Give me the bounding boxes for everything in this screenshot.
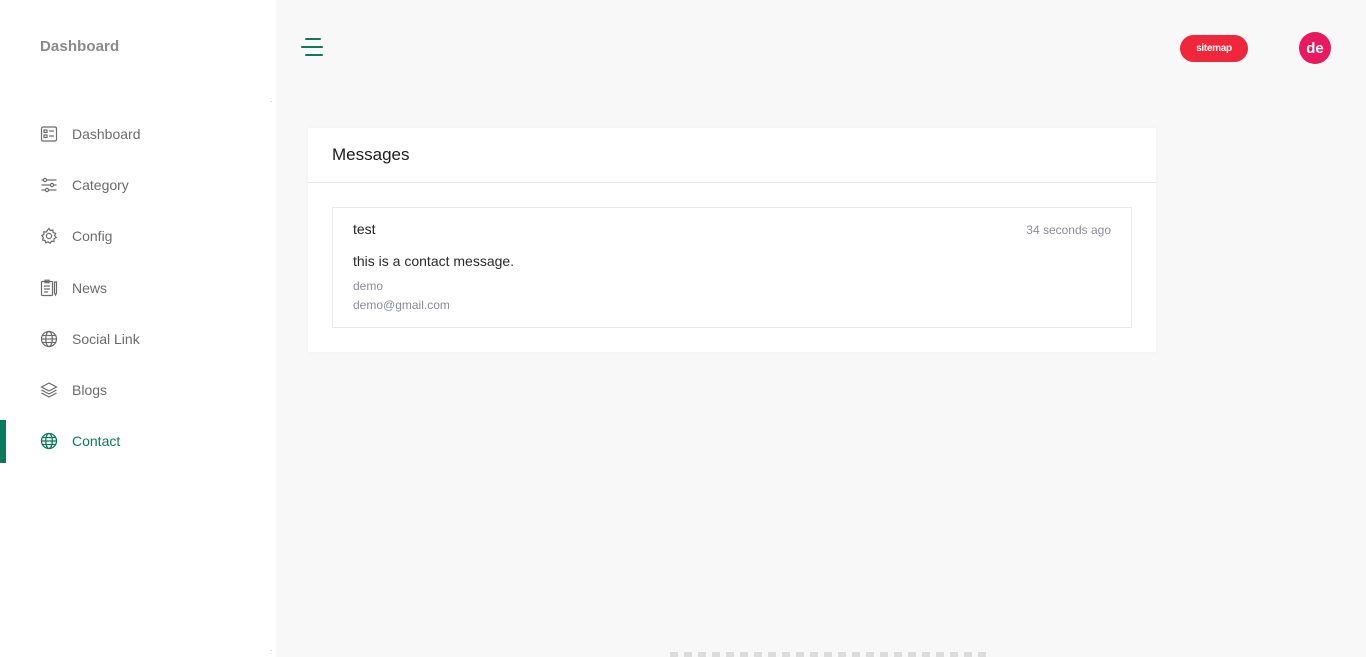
gear-icon <box>40 227 58 245</box>
divider <box>270 650 272 651</box>
sidebar-item-label: Config <box>72 228 113 245</box>
sidebar-item-dashboard[interactable]: Dashboard <box>0 108 276 159</box>
message-subject: test <box>353 221 376 237</box>
message-sender-name: demo <box>353 279 384 293</box>
sidebar-item-contact[interactable]: Contact <box>0 416 276 467</box>
sidebar-item-news[interactable]: News <box>0 262 276 313</box>
sidebar-item-label: Blogs <box>72 382 108 399</box>
sidebar-item-config[interactable]: Config <box>0 211 276 262</box>
message-sender-email: demo@gmail.com <box>353 298 450 312</box>
page-title: Messages <box>332 145 410 164</box>
footer-text-clipped <box>670 652 990 657</box>
sidebar-item-label: Dashboard <box>72 125 141 142</box>
avatar[interactable]: de <box>1299 32 1331 64</box>
card-header: Messages <box>308 128 1156 183</box>
sidebar-item-category[interactable]: Category <box>0 159 276 210</box>
hamburger-icon[interactable] <box>301 37 323 57</box>
globe-icon <box>40 432 58 450</box>
sidebar-item-label: Contact <box>72 433 121 450</box>
brand-title[interactable]: Dashboard <box>40 38 119 55</box>
dashboard-icon <box>40 125 58 143</box>
sidebar-item-blogs[interactable]: Blogs <box>0 364 276 415</box>
message-timestamp: 34 seconds ago <box>1026 223 1111 237</box>
sidebar: Dashboard Dashboard Category Config News… <box>0 0 276 657</box>
layers-icon <box>40 381 58 399</box>
clipboard-icon <box>40 279 58 297</box>
sidebar-item-label: Category <box>72 176 129 193</box>
sidebar-nav: Dashboard Category Config News Social Li… <box>0 108 276 467</box>
sitemap-button[interactable]: sitemap <box>1180 35 1248 62</box>
sidebar-item-label: Social Link <box>72 330 140 347</box>
list-item[interactable]: test 34 seconds ago this is a contact me… <box>332 207 1132 328</box>
divider <box>270 101 272 102</box>
messages-card: Messages test 34 seconds ago this is a c… <box>308 128 1156 352</box>
globe-icon <box>40 330 58 348</box>
sliders-icon <box>40 176 58 194</box>
sidebar-item-label: News <box>72 279 108 296</box>
message-body: this is a contact message. <box>353 253 515 269</box>
sidebar-item-social-link[interactable]: Social Link <box>0 313 276 364</box>
